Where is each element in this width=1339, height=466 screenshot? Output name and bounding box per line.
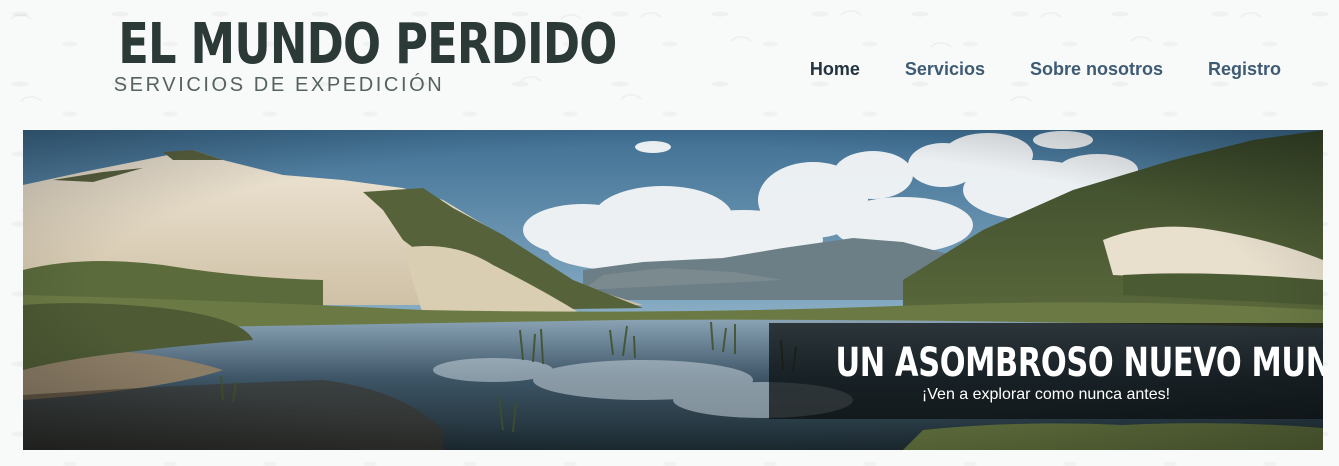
- nav-link-servicios[interactable]: Servicios: [905, 58, 985, 80]
- hero-caption-subtitle: ¡Ven a explorar como nunca antes!: [921, 386, 1171, 403]
- hero-caption-title: UN ASOMBROSO NUEVO MUNDO: [835, 340, 1323, 386]
- bird-pattern-icon: ⌒: [1040, 6, 1062, 38]
- logo-title: EL MUNDO PERDIDO: [118, 12, 617, 77]
- bird-pattern-icon: ⌒: [730, 30, 752, 62]
- main-nav: Home Servicios Sobre nosotros Registro: [810, 58, 1281, 80]
- bird-pattern-icon: ⌒: [620, 88, 642, 120]
- bird-pattern-icon: ⌒: [640, 6, 662, 38]
- nav-link-home[interactable]: Home: [810, 58, 860, 80]
- nav-link-registro[interactable]: Registro: [1208, 58, 1281, 80]
- site-logo[interactable]: EL MUNDO PERDIDO SERVICIOS DE EXPEDICIÓN: [78, 12, 618, 97]
- bird-pattern-icon: ⌒: [1010, 90, 1032, 122]
- bird-pattern-icon: ⌒: [20, 90, 42, 122]
- page: ⌒ ⌒ ⌒ ⌒ ⌒ ⌒ ⌒ ⌒ ⌒ ⌒ ⌒ ⌒ ⌒ ⌒ EL MUNDO PER…: [0, 0, 1339, 466]
- bird-pattern-icon: ⌒: [840, 4, 862, 36]
- hero-caption: UN ASOMBROSO NUEVO MUNDO ¡Ven a explorar…: [769, 323, 1323, 419]
- logo-subtitle: SERVICIOS DE EXPEDICIÓN: [113, 74, 445, 96]
- bird-pattern-icon: ⌒: [10, 8, 32, 40]
- bird-pattern-icon: ⌒: [1240, 6, 1262, 38]
- nav-link-sobre-nosotros[interactable]: Sobre nosotros: [1030, 58, 1163, 80]
- hero-banner: UN ASOMBROSO NUEVO MUNDO ¡Ven a explorar…: [23, 130, 1323, 450]
